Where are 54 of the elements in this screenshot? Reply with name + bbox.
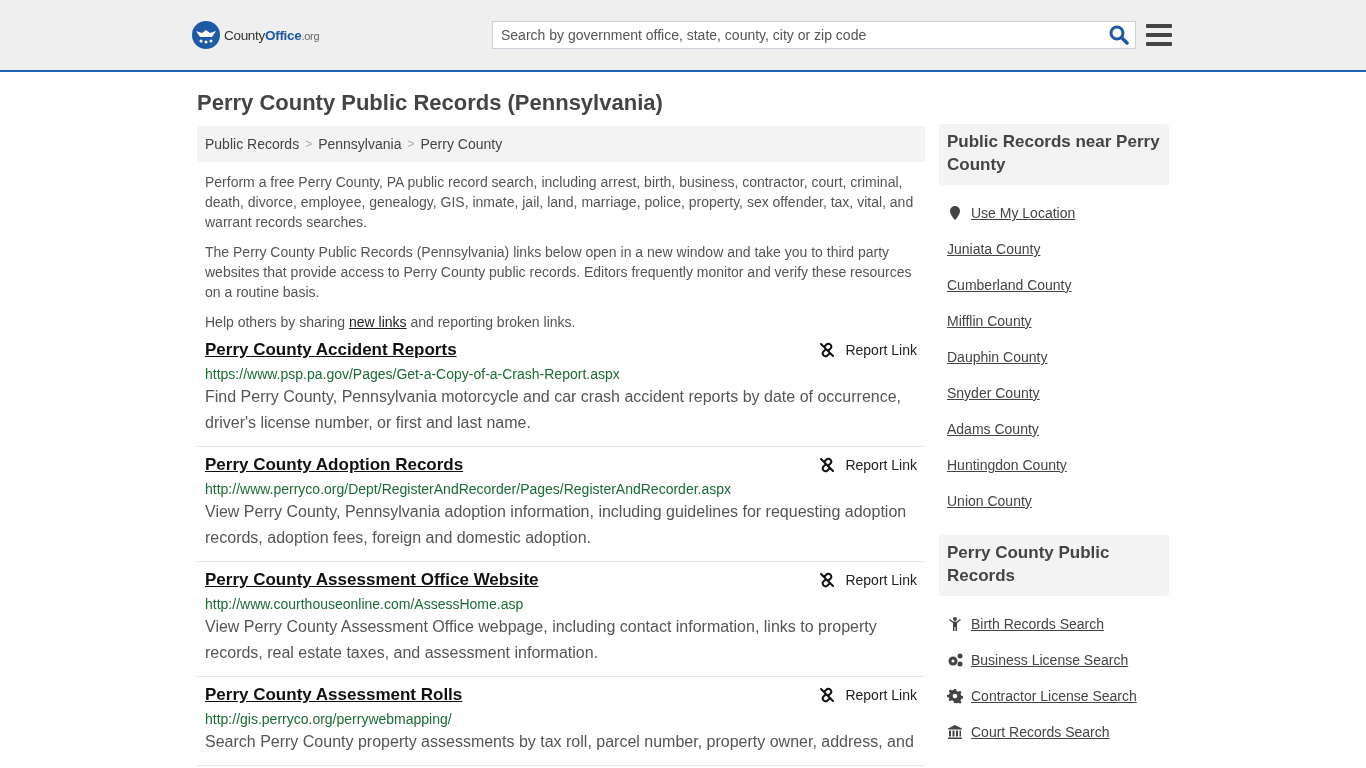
broken-link-icon (819, 342, 836, 358)
sidebar-link[interactable]: Mifflin County (947, 303, 1161, 339)
help-paragraph: Help others by sharing new links and reporting broken links. (205, 313, 577, 332)
courthouse-icon (947, 724, 963, 740)
sidebar-link[interactable]: Dauphin County (947, 339, 1161, 375)
sidebar-link[interactable]: Birth Records Search (947, 606, 1161, 642)
intro-paragraph: The Perry County Public Records (Pennsylvania) links below open in a new window and take you to third party websites that provide access to Perry County public records. Editors frequently monitor and verify these resources on a routine basis. (205, 243, 913, 302)
breadcrumb-link[interactable]: Public Records (205, 136, 300, 152)
menu-button[interactable] (1144, 22, 1174, 48)
broken-link-icon (819, 572, 836, 588)
record-url-link[interactable]: https://www.psp.pa.gov/Pages/Get-a-Copy-of-a-Crash-Report.aspx (205, 366, 917, 382)
intro-paragraph: Perform a free Perry County, PA public record search, including arrest, birth, business, contractor, court, criminal, death, divorce, employee, genealogy, GIS, inmate, jail, land, marriage, police, property, sex offender, tax, vital, and warrant records searches. (205, 173, 915, 232)
sidebar-link[interactable]: Union County (947, 483, 1161, 519)
record-description: View Perry County Assessment Office webpage, including contact information, links to property records, real estate taxes, and assessment information. (205, 617, 878, 663)
sidebar-link[interactable]: Huntingdon County (947, 447, 1161, 483)
site-logo[interactable]: CountyOffice.org (192, 21, 492, 49)
sidebar-heading: Public Records near Perry County (939, 124, 1169, 185)
sidebar-link[interactable]: Use My Location (947, 195, 1161, 231)
record-title-link[interactable]: Perry County Adoption Records (205, 455, 464, 475)
breadcrumb-link[interactable]: Pennsylvania (318, 136, 402, 152)
sidebar-link[interactable]: Juniata County (947, 231, 1161, 267)
record-url-link[interactable]: http://gis.perryco.org/perrywebmapping/ (205, 711, 917, 727)
record-title-link[interactable]: Perry County Accident Reports (205, 340, 457, 360)
broken-link-icon (819, 687, 836, 703)
sidebar-link[interactable]: Contractor License Search (947, 678, 1161, 714)
sidebar-link[interactable]: Cumberland County (947, 267, 1161, 303)
record-description: Search Perry County property assessments by tax roll, parcel number, property owner, address, and (205, 732, 915, 752)
gears-icon (947, 652, 963, 668)
map-pin-icon (947, 205, 963, 221)
report-link-button[interactable]: Report Link (819, 687, 917, 703)
breadcrumb-link[interactable]: Perry County (420, 136, 503, 152)
sidebar-link[interactable]: Adams County (947, 411, 1161, 447)
page-title: Perry County Public Records (Pennsylvania) (197, 90, 664, 116)
report-link-button[interactable]: Report Link (819, 457, 917, 473)
record-title-link[interactable]: Perry County Assessment Office Website (205, 570, 539, 590)
record-description: View Perry County, Pennsylvania adoption information, including guidelines for requesting adoption records, adoption fees, foreign and domestic adoption. (205, 502, 908, 548)
child-icon (947, 616, 963, 632)
sidebar-heading: Perry County Public Records (939, 535, 1169, 596)
gear-icon (947, 688, 963, 704)
breadcrumb-separator: > (305, 137, 313, 151)
search-box[interactable]: Search by government office, state, county, city or zip code (492, 21, 1136, 49)
sidebar-link[interactable]: Snyder County (947, 375, 1161, 411)
search-icon (1109, 25, 1129, 45)
breadcrumb-separator: > (407, 137, 415, 151)
broken-link-icon (819, 457, 836, 473)
report-link-button[interactable]: Report Link (819, 572, 917, 588)
new-links-link[interactable]: new links (348, 314, 407, 330)
record-url-link[interactable]: http://www.courthouseonline.com/AssessHome.asp (205, 596, 917, 612)
report-link-button[interactable]: Report Link (819, 342, 917, 358)
sidebar-link[interactable]: Business License Search (947, 642, 1161, 678)
sidebar-link[interactable]: Court Records Search (947, 714, 1161, 750)
record-description: Find Perry County, Pennsylvania motorcycle and car crash accident reports by date of occurrence, driver's license number, or first and last name. (205, 387, 903, 433)
record-url-link[interactable]: http://www.perryco.org/Dept/RegisterAndRecorder/Pages/RegisterAndRecorder.aspx (205, 481, 917, 497)
record-title-link[interactable]: Perry County Assessment Rolls (205, 685, 463, 705)
